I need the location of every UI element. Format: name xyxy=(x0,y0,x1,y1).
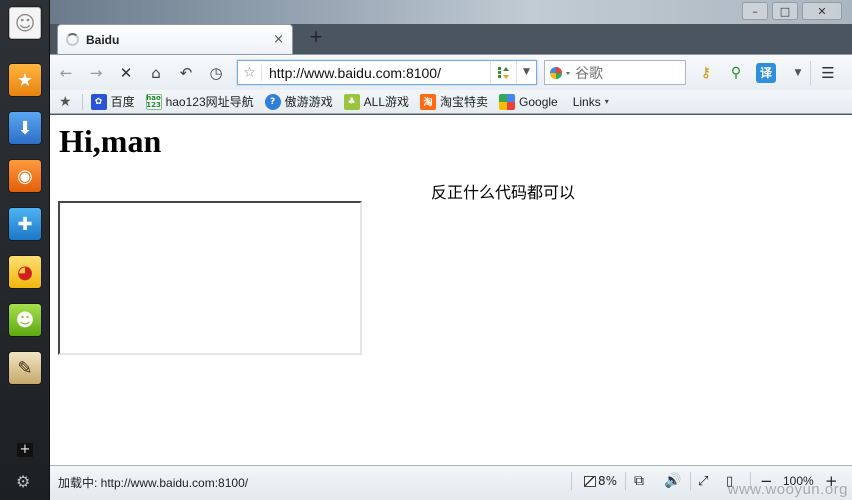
bookmark-baidu[interactable]: ✿ 百度 xyxy=(90,93,135,110)
undo-close-icon[interactable]: ↶ xyxy=(176,63,196,83)
tab-baidu[interactable]: Baidu × xyxy=(57,24,293,54)
chevron-down-icon: ▾ xyxy=(604,97,609,106)
translate-icon[interactable]: 译 xyxy=(756,63,776,83)
taobao-icon: 淘 xyxy=(420,93,436,110)
bookmark-links-folder[interactable]: Links ▾ xyxy=(573,95,609,109)
bookmark-label: Google xyxy=(519,94,558,109)
page-heading: Hi,man xyxy=(59,123,162,159)
baidu-icon: ✿ xyxy=(90,93,107,110)
status-text: 加载中: http://www.baidu.com:8100/ xyxy=(58,476,249,490)
window-controls: – □ ✕ xyxy=(742,2,842,20)
cpu-usage[interactable]: 8% xyxy=(584,472,617,490)
bookmarks-divider xyxy=(81,93,83,110)
cpu-graph-icon xyxy=(584,475,596,487)
navigation-toolbar: ← → ✕ ⌂ ↶ ◷ ☆ http://www.baidu.com:8100/… xyxy=(50,54,852,90)
hao123-icon: hao 123 xyxy=(145,93,162,110)
favorites-star-icon[interactable]: ★ xyxy=(59,94,72,110)
google-icon xyxy=(499,93,516,110)
toolbar-dropdown-icon[interactable]: ▼ xyxy=(788,63,808,83)
rss-icon[interactable]: ◉ xyxy=(9,160,41,192)
allgame-icon: ♣ xyxy=(343,93,360,110)
bookmark-label: 傲游游戏 xyxy=(284,95,333,109)
forward-icon[interactable]: → xyxy=(86,63,106,83)
history-icon[interactable]: ◷ xyxy=(206,63,226,83)
url-dropdown-icon[interactable]: ▼ xyxy=(516,61,536,84)
links-label: Links xyxy=(572,94,601,109)
sound-icon[interactable]: 🔊 xyxy=(664,472,681,490)
google-search-engine-icon[interactable] xyxy=(545,65,575,81)
status-divider xyxy=(571,472,572,490)
stop-icon[interactable]: ✕ xyxy=(116,63,136,83)
url-input[interactable]: http://www.baidu.com:8100/ xyxy=(262,65,490,81)
page-text: 反正什么代码都可以 xyxy=(431,183,576,202)
watermark: www.wooyun.org xyxy=(727,481,848,498)
minimize-button[interactable]: – xyxy=(742,2,768,20)
magnifier-icon[interactable]: ⚲ xyxy=(726,63,746,83)
home-icon[interactable]: ⌂ xyxy=(146,63,166,83)
back-icon[interactable]: ← xyxy=(56,63,76,83)
sidebar-dock: ☺ ★ ⬇ ◉ ✚ ◕ ☻ ✎ + ⚙ xyxy=(0,0,50,500)
compat-mode-icon[interactable] xyxy=(490,61,516,84)
window-titlebar: – □ ✕ xyxy=(50,0,852,24)
aoyou-icon: ? xyxy=(264,93,281,110)
fullscreen-icon[interactable]: ⤢ xyxy=(698,472,708,490)
bookmark-allgame[interactable]: ♣ ALL游戏 xyxy=(343,93,409,110)
bookmarks-bar: ★ ✿ 百度 hao 123 hao123网址导航 ? 傲游游戏 ♣ ALL游戏 … xyxy=(50,90,852,114)
notepad-icon[interactable]: ✎ xyxy=(9,352,41,384)
search-input[interactable] xyxy=(575,64,685,81)
bookmark-hao123[interactable]: hao 123 hao123网址导航 xyxy=(145,93,254,110)
favorites-star-icon[interactable]: ★ xyxy=(9,64,41,96)
bookmark-label: ALL游戏 xyxy=(363,95,409,109)
tab-title: Baidu xyxy=(86,32,120,47)
bookmark-label: 淘宝特卖 xyxy=(440,95,489,109)
status-divider xyxy=(690,472,691,490)
page-content: Hi,man 反正什么代码都可以 xyxy=(50,115,852,465)
gamepad-icon[interactable]: ✚ xyxy=(9,208,41,240)
loading-spinner-icon xyxy=(66,33,79,46)
key-icon[interactable]: ⚷ xyxy=(696,63,716,83)
dock-add-button[interactable]: + xyxy=(17,443,33,457)
bookmark-taobao[interactable]: 淘 淘宝特卖 xyxy=(420,93,488,110)
bookmark-star-icon[interactable]: ☆ xyxy=(238,64,262,81)
tab-close-icon[interactable]: × xyxy=(273,32,284,47)
status-divider xyxy=(625,472,626,490)
bookmark-aoyou[interactable]: ? 傲游游戏 xyxy=(264,93,333,110)
address-bar[interactable]: ☆ http://www.baidu.com:8100/ ▼ xyxy=(237,60,537,85)
smiley-face-icon[interactable]: ☺ xyxy=(9,7,41,39)
maximize-button[interactable]: □ xyxy=(772,2,798,20)
emoticon-icon[interactable]: ☻ xyxy=(9,304,41,336)
embedded-iframe[interactable] xyxy=(58,201,362,355)
download-icon[interactable]: ⬇ xyxy=(9,112,41,144)
screenshot-icon[interactable]: ⧉ xyxy=(634,472,644,490)
bookmark-label: hao123网址导航 xyxy=(165,95,254,109)
toolbar-divider xyxy=(810,61,811,85)
new-tab-button[interactable]: + xyxy=(305,26,327,48)
bookmark-label: 百度 xyxy=(110,95,135,109)
cpu-usage-value: 8% xyxy=(598,474,618,488)
bookmark-google[interactable]: Google xyxy=(499,93,558,110)
close-window-button[interactable]: ✕ xyxy=(802,2,842,20)
gear-icon[interactable]: ⚙ xyxy=(16,472,30,491)
menu-icon[interactable]: ☰ xyxy=(818,63,838,83)
weibo-icon[interactable]: ◕ xyxy=(9,256,41,288)
search-box[interactable] xyxy=(544,60,686,85)
